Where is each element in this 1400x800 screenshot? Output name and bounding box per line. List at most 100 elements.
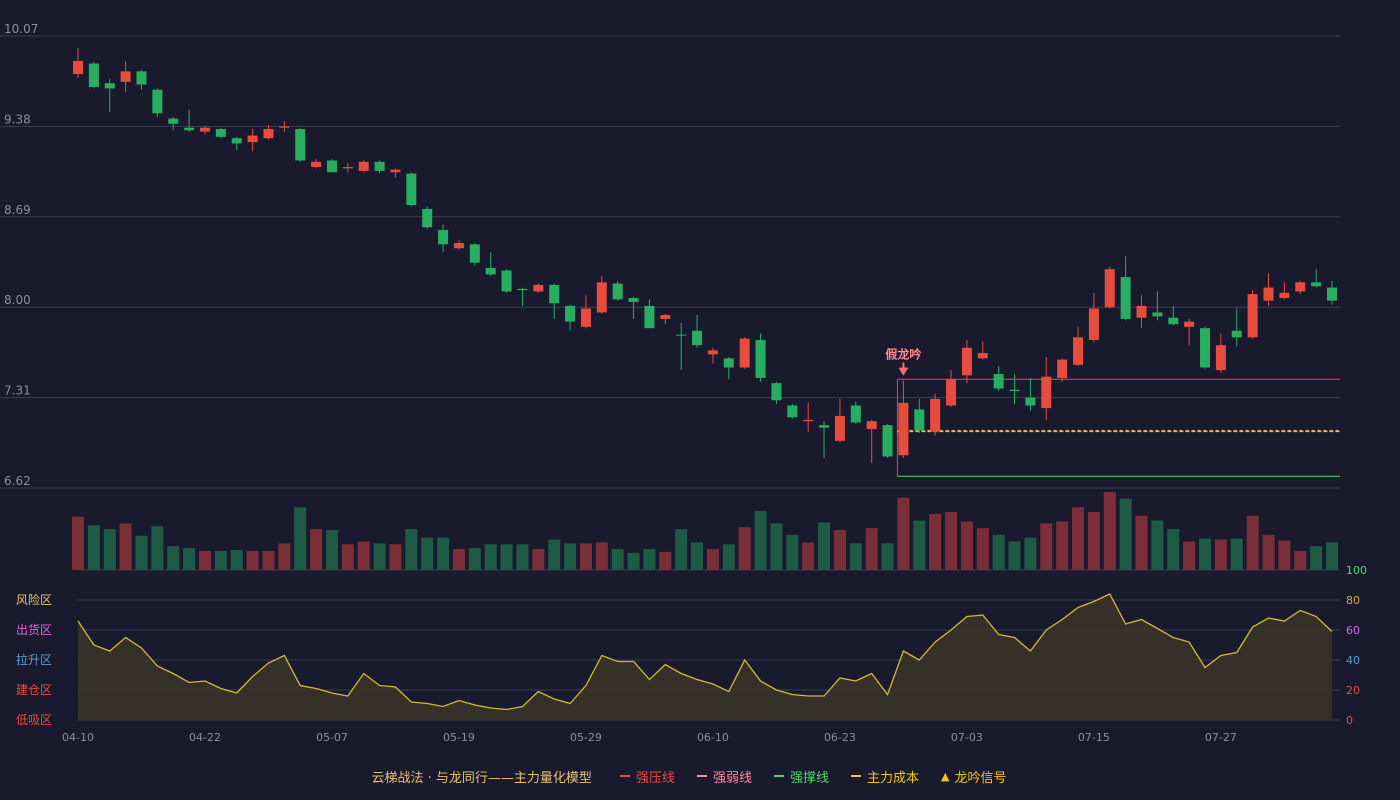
candle-body bbox=[1041, 376, 1052, 409]
candle bbox=[961, 339, 972, 384]
candle-body bbox=[136, 71, 147, 85]
candle bbox=[326, 159, 337, 173]
x-tick-label: 05-29 bbox=[570, 731, 602, 744]
legend-item-strong-resist[interactable]: 强压线 bbox=[619, 767, 675, 786]
candle bbox=[1184, 318, 1195, 346]
candle-body bbox=[1009, 389, 1020, 392]
candle-body bbox=[390, 169, 401, 173]
candle bbox=[1057, 358, 1068, 382]
candle-body bbox=[1247, 294, 1258, 338]
volume-bar bbox=[1119, 498, 1132, 570]
candle-body bbox=[152, 89, 163, 114]
candle bbox=[295, 127, 306, 162]
candle bbox=[358, 160, 369, 173]
volume-bar bbox=[691, 542, 704, 570]
candle-body bbox=[1025, 397, 1036, 406]
candle-body bbox=[787, 405, 798, 418]
candle bbox=[1311, 269, 1322, 288]
volume-bar bbox=[929, 513, 942, 570]
candle bbox=[755, 333, 766, 382]
candle bbox=[644, 299, 655, 329]
volume-bar bbox=[72, 516, 84, 570]
x-tick-label: 06-10 bbox=[697, 731, 729, 744]
candle-body bbox=[120, 71, 131, 82]
candle bbox=[374, 160, 385, 174]
candle bbox=[533, 283, 544, 293]
candle-body bbox=[104, 83, 115, 89]
volume-bar bbox=[278, 543, 291, 570]
candle-body bbox=[1279, 292, 1290, 299]
volume-bar bbox=[1024, 537, 1037, 570]
candle-body bbox=[930, 398, 941, 432]
volume-bar bbox=[516, 544, 529, 570]
candle-body bbox=[247, 135, 258, 143]
candle-body bbox=[1327, 287, 1337, 301]
candle-body bbox=[596, 282, 607, 313]
volume-bar bbox=[818, 522, 831, 570]
legend-item-main-cost[interactable]: 主力成本 bbox=[850, 767, 919, 786]
candle-body bbox=[311, 161, 322, 168]
candle bbox=[549, 283, 560, 319]
candle-body bbox=[1088, 308, 1099, 340]
candle bbox=[247, 129, 258, 152]
volume-bar bbox=[198, 550, 211, 570]
volume-bar bbox=[1278, 540, 1291, 570]
candle-body bbox=[1184, 321, 1195, 327]
candle-body bbox=[295, 129, 306, 161]
volume-bar bbox=[627, 552, 640, 570]
signal-label: 假龙吟 bbox=[885, 347, 921, 362]
candle bbox=[565, 304, 576, 331]
osc-zone-label: 出货区 bbox=[16, 622, 52, 637]
candle bbox=[485, 252, 496, 276]
legend-swatch bbox=[619, 775, 630, 777]
triangle-icon: ▲ bbox=[940, 769, 950, 783]
volume-bar bbox=[659, 551, 672, 570]
candle bbox=[517, 287, 528, 306]
candle-body bbox=[628, 298, 639, 302]
candle-body bbox=[803, 419, 814, 422]
volume-bar bbox=[1326, 542, 1338, 570]
volume-bar bbox=[976, 528, 989, 570]
candle bbox=[152, 88, 163, 118]
x-tick-label: 07-03 bbox=[951, 731, 983, 744]
volume-bar bbox=[1135, 515, 1148, 570]
candle bbox=[596, 275, 607, 314]
candle-body bbox=[866, 421, 877, 430]
legend-item-strong-support[interactable]: 强撑线 bbox=[773, 767, 829, 786]
price-tick-label: 10.07 bbox=[4, 22, 38, 36]
candle-body bbox=[612, 283, 623, 300]
candle-body bbox=[1263, 287, 1274, 301]
volume-bar bbox=[246, 550, 259, 570]
volume-bar bbox=[452, 549, 465, 570]
candle bbox=[739, 337, 750, 369]
candle-body bbox=[1231, 330, 1242, 338]
candle-body bbox=[993, 374, 1004, 389]
candle bbox=[263, 125, 274, 140]
candle-body bbox=[406, 173, 417, 206]
volume-bar bbox=[1151, 520, 1164, 570]
volume-bar bbox=[1294, 550, 1307, 570]
volume-bar bbox=[500, 544, 513, 570]
candle bbox=[1168, 305, 1179, 326]
legend-item-signal[interactable]: ▲ 龙吟信号 bbox=[941, 767, 1006, 786]
candle bbox=[501, 269, 512, 293]
x-tick-label: 07-15 bbox=[1078, 731, 1110, 744]
volume-bar bbox=[1310, 546, 1323, 570]
candle-body bbox=[1200, 328, 1211, 368]
candle-body bbox=[263, 129, 274, 139]
volume-bar bbox=[1056, 521, 1069, 570]
x-tick-label: 06-23 bbox=[824, 731, 856, 744]
volume-bar bbox=[167, 546, 180, 570]
legend-title: 云梯战法 · 与龙同行——主力量化模型 bbox=[371, 770, 592, 786]
legend-item-weak-resist[interactable]: 强弱线 bbox=[696, 767, 752, 786]
candle-body bbox=[279, 126, 290, 128]
osc-tick-label: 100 bbox=[1346, 564, 1367, 577]
candle-body bbox=[469, 244, 480, 263]
candle bbox=[199, 126, 210, 135]
osc-tick-label: 20 bbox=[1346, 684, 1360, 697]
candle bbox=[1073, 326, 1084, 367]
volume-bar bbox=[802, 542, 815, 570]
candle bbox=[1009, 374, 1020, 405]
candle bbox=[1247, 290, 1258, 339]
x-tick-label: 05-19 bbox=[443, 731, 475, 744]
